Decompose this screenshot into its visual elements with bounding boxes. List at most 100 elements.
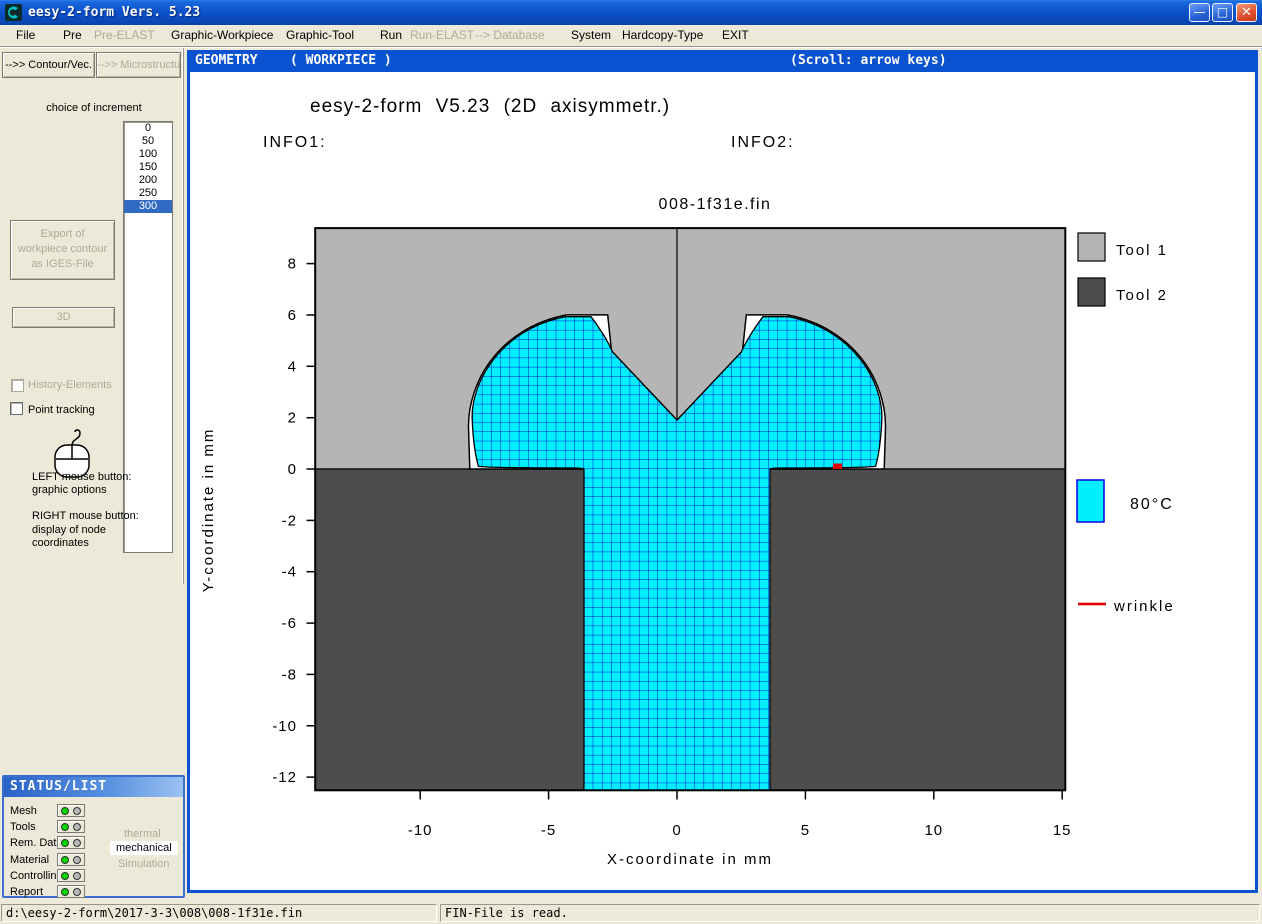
green-led-icon (61, 888, 69, 896)
plot-canvas[interactable]: eesy-2-form V5.23 (2D axisymmetr.) INFO1… (190, 72, 1255, 890)
menu-run[interactable]: Run (380, 28, 402, 42)
status-indicator-controlling[interactable] (57, 869, 85, 882)
history-elements-label: History-Elements (28, 379, 112, 391)
list-item[interactable]: 50 (124, 135, 172, 148)
graphics-window: GEOMETRY ( WORKPIECE ) (Scroll: arrow ke… (187, 50, 1258, 893)
gray-led-icon (73, 872, 81, 880)
graphics-header-hint: (Scroll: arrow keys) (790, 50, 947, 72)
increment-listbox[interactable]: 0 50 100 150 200 250 300 (123, 121, 173, 553)
info2-label: INFO2: (731, 134, 795, 151)
status-indicator-rem-data[interactable] (57, 836, 85, 849)
minimize-button[interactable]: — (1189, 3, 1210, 22)
y-tick-label: 4 (288, 358, 297, 375)
status-bar: d:\eesy-2-form\2017-3-3\008\008-1f31e.fi… (0, 903, 1262, 924)
close-icon: ✕ (1241, 5, 1252, 20)
list-item[interactable]: 0 (124, 122, 172, 135)
point-tracking-checkbox[interactable] (10, 402, 23, 415)
status-indicator-mesh[interactable] (57, 804, 85, 817)
green-led-icon (61, 823, 69, 831)
menu-separator (0, 46, 1262, 48)
y-tick-label: -8 (282, 666, 297, 683)
y-tick-label: 0 (288, 461, 297, 478)
x-tick-label: 0 (672, 822, 681, 839)
status-indicator-tools[interactable] (57, 820, 85, 833)
gray-led-icon (73, 807, 81, 815)
status-list-panel: STATUS/LIST Mesh Tools Rem. Data Materia… (2, 775, 185, 898)
statusbar-file-path: d:\eesy-2-form\2017-3-3\008\008-1f31e.fi… (1, 904, 437, 922)
graphics-window-header: GEOMETRY ( WORKPIECE ) (Scroll: arrow ke… (187, 50, 1258, 72)
green-led-icon (61, 872, 69, 880)
list-item[interactable]: 250 (124, 187, 172, 200)
three-d-button: 3D (12, 307, 115, 328)
list-item[interactable]: 150 (124, 161, 172, 174)
legend-temperature-swatch (1077, 480, 1104, 522)
gray-led-icon (73, 839, 81, 847)
title-bar[interactable]: eesy-2-form Vers. 5.23 — □ ✕ (0, 0, 1262, 25)
y-tick-label: -6 (282, 615, 297, 632)
x-tick-label: -10 (408, 822, 433, 839)
app-root: { "window": { "title": "eesy-2-form Vers… (0, 0, 1262, 924)
x-tick-label: 5 (801, 822, 810, 839)
menu-pre[interactable]: Pre (63, 28, 82, 42)
mouse-right-help-desc2: coordinates (32, 537, 89, 550)
status-panel-title: STATUS/LIST (4, 777, 183, 797)
menu-hardcopy-type[interactable]: Hardcopy-Type (622, 28, 703, 42)
x-tick-marks (420, 790, 1062, 799)
info1-label: INFO1: (263, 134, 327, 151)
mouse-right-help-desc1: display of node (32, 524, 106, 537)
menu-file[interactable]: File (16, 28, 35, 42)
legend-temperature-label: 80°C (1130, 496, 1174, 513)
status-indicator-material[interactable] (57, 853, 85, 866)
contour-vec-button[interactable]: -->> Contour/Vec. (2, 52, 95, 78)
maximize-button[interactable]: □ (1212, 3, 1233, 22)
mouse-right-help-title: RIGHT mouse button: (32, 510, 139, 523)
legend-tool1-swatch (1078, 233, 1105, 261)
app-icon (5, 4, 22, 21)
graphics-header-title: GEOMETRY (195, 50, 258, 72)
list-item-selected[interactable]: 300 (124, 200, 172, 213)
status-row-tools: Tools (10, 821, 36, 833)
point-tracking-label: Point tracking (28, 404, 95, 416)
mouse-left-help-title: LEFT mouse button: (32, 471, 131, 484)
menu-graphic-tool[interactable]: Graphic-Tool (286, 28, 354, 42)
legend-tool2-label: Tool 2 (1116, 287, 1168, 304)
mode-thermal-label: thermal (124, 828, 161, 840)
graphics-header-subtitle: ( WORKPIECE ) (290, 50, 392, 72)
gray-led-icon (73, 856, 81, 864)
mode-mechanical-label: mechanical (110, 841, 178, 855)
legend-wrinkle-label: wrinkle (1113, 598, 1175, 615)
window-title: eesy-2-form Vers. 5.23 (28, 5, 200, 20)
list-item[interactable]: 200 (124, 174, 172, 187)
menu-graphic-workpiece[interactable]: Graphic-Workpiece (171, 28, 273, 42)
status-indicator-report[interactable] (57, 885, 85, 898)
green-led-icon (61, 839, 69, 847)
x-tick-label: 15 (1053, 822, 1072, 839)
y-tick-label: 2 (288, 410, 297, 427)
menu-system[interactable]: System (571, 28, 611, 42)
menu-exit[interactable]: EXIT (722, 28, 749, 42)
close-button[interactable]: ✕ (1236, 3, 1257, 22)
wrinkle-marker (833, 464, 842, 470)
export-iges-line: Export of (11, 227, 114, 242)
status-row-rem-data: Rem. Data (10, 837, 63, 849)
export-iges-button: Export of workpiece contour as IGES-File (10, 220, 115, 280)
mode-simulation-label: Simulation (118, 858, 169, 870)
history-elements-checkbox (11, 379, 24, 392)
menu-pre-elast: Pre-ELAST (94, 28, 155, 42)
y-tick-label: -10 (272, 718, 297, 735)
status-row-mesh: Mesh (10, 805, 37, 817)
export-iges-line: as IGES-File (11, 257, 114, 272)
menu-database: --> Database (475, 28, 545, 42)
minimize-icon: — (1194, 5, 1206, 19)
export-iges-line: workpiece contour (11, 242, 114, 257)
menu-run-elast: Run-ELAST (410, 28, 474, 42)
microstructure-button: -->> Microstructure (96, 52, 181, 78)
status-row-report: Report (10, 886, 43, 898)
y-tick-label: -4 (282, 564, 297, 581)
y-axis-label: Y-coordinate in mm (200, 428, 217, 593)
list-item[interactable]: 100 (124, 148, 172, 161)
x-tick-label: -5 (541, 822, 556, 839)
y-tick-label: -12 (272, 769, 297, 786)
gray-led-icon (73, 823, 81, 831)
y-tick-label: 8 (288, 256, 297, 273)
